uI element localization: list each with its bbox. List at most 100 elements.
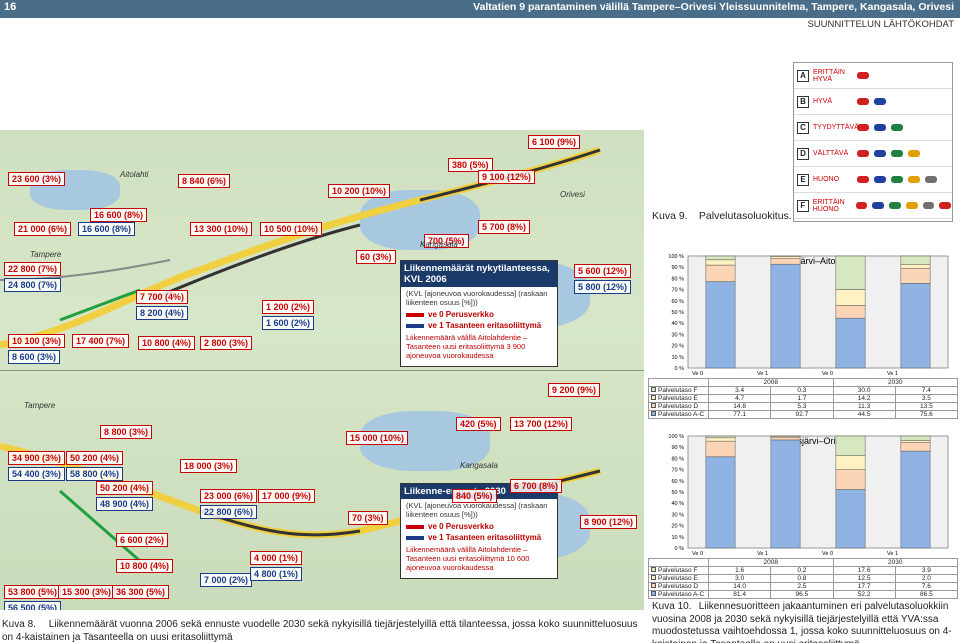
series-name: Palvelutaso E [658, 395, 698, 402]
car-icon [874, 150, 886, 157]
table-cell: 17.7 [832, 582, 896, 591]
figure-8-caption: Kuva 8. Liikennemäärät vuonna 2006 sekä … [2, 618, 642, 643]
place-name: Tampere [30, 250, 62, 259]
traffic-volume-label: 70 (3%) [348, 511, 388, 525]
traffic-volume-label: 7 700 (4%) [136, 290, 189, 304]
car-icon [891, 150, 903, 157]
y-tick-label: 80 % [671, 456, 684, 462]
bar-segment [705, 456, 736, 549]
bar-segment [900, 450, 931, 549]
figure-8-label: Kuva 8. [2, 619, 36, 630]
figure-10-label: Kuva 10. [652, 601, 692, 612]
car-icon [874, 98, 886, 105]
year-group-label: 2030 [832, 378, 958, 387]
traffic-volume-label: 23 600 (3%) [8, 172, 66, 186]
y-tick-label: 90 % [671, 445, 684, 451]
chart-alasjarvi-aitovuori: Alasjärvi–Aitovuori 0 % 10 % 20 % 30 % 40 % 50… [648, 238, 959, 419]
y-tick-label: 40 % [671, 501, 684, 507]
traffic-volume-label: 6 100 (9%) [528, 135, 581, 149]
place-name: Aitolahti [120, 170, 149, 179]
place-name: Kangasala [460, 461, 498, 470]
table-row: Palvelutaso A-C 81.4 96.5 52.2 86.5 [648, 590, 959, 599]
x-category-label: Ve 1 [887, 551, 898, 557]
bar-segment [770, 439, 801, 549]
traffic-volume-label: 1 200 (2%) [262, 300, 315, 314]
y-tick-label: 100 % [668, 254, 684, 260]
car-icon [905, 202, 918, 209]
table-cell: 86.5 [894, 590, 959, 599]
legend-swatch [406, 323, 424, 328]
chart-plot: Alasjärvi–Orivesi0 %10 %20 %30 %40 %50 %… [668, 434, 949, 557]
legend-item-ve1: ve 1 Tasanteen eritasoliittymä [406, 321, 552, 330]
legend-swatch [651, 403, 656, 408]
table-row: Palvelutaso E 4.7 1.7 14.2 3.5 [648, 394, 959, 403]
y-tick-label: 10 % [671, 535, 684, 541]
table-cell: 1.6 [707, 566, 772, 575]
table-cell: 0.2 [770, 566, 834, 575]
figure-10-text: Liikennesuoritteen jakaantuminen eri pal… [652, 601, 952, 643]
legend-note: Liikennemäärä välillä Aitolahdentie – Ta… [406, 545, 530, 572]
table-cell: 17.6 [832, 566, 896, 575]
y-tick-label: 70 % [671, 288, 684, 294]
traffic-volume-label: 17 000 (9%) [258, 489, 316, 503]
bar-segment [835, 489, 866, 549]
document-title: Valtatien 9 parantaminen välillä Tampere… [473, 1, 954, 13]
y-tick-label: 30 % [671, 332, 684, 338]
service-class-f: F ERITTÄIN HUONO [794, 193, 952, 219]
class-letter: A [797, 69, 809, 82]
y-tick-label: 40 % [671, 321, 684, 327]
traffic-volume-label: 15 000 (10%) [346, 431, 409, 445]
traffic-volume-label: 15 300 (3%) [58, 585, 116, 599]
figure-9-caption: Kuva 9. Palvelutasoluokitus. [652, 210, 792, 222]
traffic-volume-label-ve1: 24 800 (7%) [4, 278, 62, 292]
car-icon [857, 176, 869, 183]
class-letter: C [797, 121, 809, 134]
x-category-label: Ve 0 [692, 551, 703, 557]
series-name: Palvelutaso E [658, 575, 698, 582]
traffic-volume-label-ve1: 7 000 (2%) [200, 573, 253, 587]
map-2006-legend: Liikennemäärät nykytilanteessa, KVL 2006… [400, 260, 558, 367]
x-category-label: Ve 0 [692, 371, 703, 377]
bar-segment [835, 289, 866, 306]
traffic-volume-label: 16 600 (8%) [90, 208, 148, 222]
table-cell: 5.3 [770, 402, 834, 411]
legend-subtitle: (KVL [ajoneuvoa vuorokaudessa] (raskaan … [406, 501, 548, 519]
legend-label: ve 1 Tasanteen eritasoliittymä [428, 533, 542, 542]
traffic-volume-label: 13 700 (12%) [510, 417, 573, 431]
traffic-volume-label: 22 800 (7%) [4, 262, 62, 276]
legend-swatch [651, 591, 656, 596]
legend-swatch [406, 524, 424, 529]
traffic-volume-label-ve1: 1 600 (2%) [262, 316, 315, 330]
traffic-volume-label-ve1: 8 200 (4%) [136, 306, 189, 320]
bar-segment [900, 442, 931, 452]
legend-title: Liikennemäärät nykytilanteessa, KVL 2006 [401, 261, 557, 287]
class-letter: F [797, 199, 809, 212]
year-group-label: 2008 [708, 378, 834, 387]
traffic-volume-label: 10 800 (4%) [138, 336, 196, 350]
bar-segment [770, 256, 801, 259]
y-tick-label: 0 % [675, 366, 685, 372]
service-class-d: D VÄLTTÄVÄ [794, 141, 952, 167]
car-icon [939, 202, 951, 209]
series-name: Palvelutaso D [658, 583, 699, 590]
legend-swatch [651, 567, 656, 572]
car-icon [925, 176, 937, 183]
service-class-b: B HYVÄ [794, 89, 952, 115]
traffic-volume-label-ve1: 8 600 (3%) [8, 350, 61, 364]
traffic-volume-label: 4 000 (1%) [250, 551, 303, 565]
y-tick-label: 10 % [671, 355, 684, 361]
traffic-volume-label: 34 900 (3%) [8, 451, 66, 465]
chart-plot: Alasjärvi–Aitovuori0 %10 %20 %30 %40 %50… [668, 254, 949, 377]
class-label: VÄLTTÄVÄ [813, 150, 849, 157]
bar-segment [705, 255, 736, 261]
car-icon [872, 202, 885, 209]
y-tick-label: 20 % [671, 524, 684, 530]
legend-note: Liikennemäärä välillä Aitolahdentie – Ta… [406, 333, 528, 360]
table-cell: 12.5 [832, 574, 896, 583]
bar-segment [705, 259, 736, 266]
traffic-volume-label-ve1: 58 800 (4%) [66, 467, 124, 481]
y-tick-label: 60 % [671, 479, 684, 485]
bar-segment [835, 435, 866, 456]
table-cell: 1.7 [770, 394, 834, 403]
traffic-volume-label: 50 200 (4%) [96, 481, 154, 495]
